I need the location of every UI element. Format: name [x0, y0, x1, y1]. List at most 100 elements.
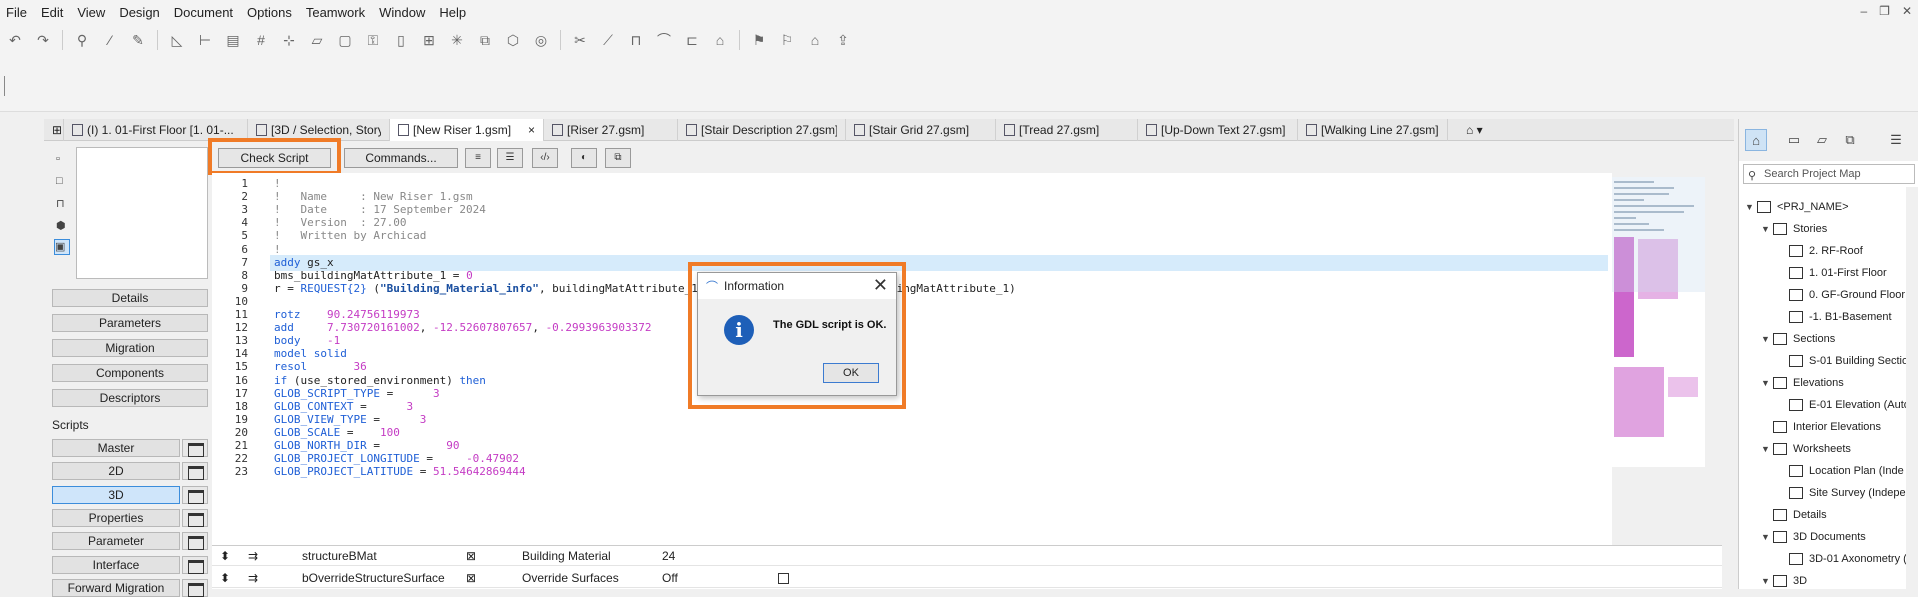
open-window-icon[interactable] — [182, 462, 208, 481]
tree-node[interactable]: 1. 01-First Floor — [1777, 263, 1887, 283]
snap-icon[interactable]: ⊹ — [280, 31, 298, 49]
code-editor[interactable]: 1 2 3 4 5 6 7 8 9 10 11 12 13 14 15 16 17 18 19 20 21 22 23 !!… — [212, 173, 1612, 545]
code-icon[interactable]: ‹/› — [532, 148, 558, 168]
view-tab[interactable]: [Tread 27.gsm] — [996, 118, 1138, 141]
tab-grid-icon[interactable]: ⊞ — [44, 118, 64, 141]
column-icon[interactable]: ▯ — [392, 31, 410, 49]
lock-icon[interactable]: ⚿ — [364, 31, 382, 49]
tree-node[interactable]: 2. RF-Roof — [1777, 241, 1863, 261]
script-button-forward-migration[interactable]: Forward Migration — [52, 578, 180, 597]
redo-icon[interactable]: ↷ — [34, 31, 52, 49]
tree-toggle-icon[interactable]: ▼ — [1761, 527, 1771, 547]
menu-item-help[interactable]: Help — [439, 5, 466, 20]
code-minimap[interactable] — [1612, 177, 1705, 467]
section-button-descriptors[interactable]: Descriptors — [52, 389, 208, 407]
open-window-icon[interactable] — [182, 485, 208, 504]
editor-scrollbar[interactable] — [1722, 143, 1736, 589]
open-window-icon[interactable] — [182, 555, 208, 574]
tree-node[interactable]: Location Plan (Inde — [1777, 461, 1904, 481]
parameter-value[interactable]: Off — [662, 568, 678, 588]
magic-wand-icon[interactable]: ⁄ — [101, 31, 119, 49]
window-icon[interactable]: ▢ — [336, 31, 354, 49]
section-button-details[interactable]: Details — [52, 289, 208, 307]
tree-node[interactable]: E-01 Elevation (Auto — [1777, 395, 1910, 415]
grid-tool-icon[interactable]: ⊞ — [420, 31, 438, 49]
navigator-scrollbar[interactable] — [1906, 187, 1918, 589]
square-icon[interactable]: □ — [56, 175, 68, 187]
restore-icon[interactable]: ❐ — [1879, 4, 1890, 18]
window-icon[interactable]: ▫ — [56, 153, 68, 165]
table-icon[interactable]: ⊓ — [56, 197, 68, 210]
compare-icon[interactable]: ⧉ — [605, 148, 631, 168]
script-button-2d[interactable]: 2D — [52, 462, 180, 481]
tree-node[interactable]: ▼ 3D Documents — [1761, 527, 1866, 547]
open-window-icon[interactable] — [182, 439, 208, 457]
script-button-master[interactable]: Master — [52, 439, 180, 457]
close-window-icon[interactable]: ✕ — [1902, 4, 1912, 18]
tree-toggle-icon[interactable]: ▼ — [1761, 571, 1771, 591]
layout-book-icon[interactable]: ▱ — [1811, 129, 1833, 151]
tree-toggle-icon[interactable]: ▼ — [1761, 329, 1771, 349]
view-tab[interactable]: [Up-Down Text 27.gsm] — [1138, 118, 1298, 141]
parameter-checkbox-icon[interactable]: ⊠ — [466, 546, 476, 566]
tree-node[interactable]: Details — [1761, 505, 1827, 525]
tree-toggle-icon[interactable]: ▼ — [1761, 439, 1771, 459]
adjust-icon[interactable]: ⟋ — [599, 31, 617, 49]
menu-item-view[interactable]: View — [77, 5, 105, 20]
tree-node[interactable]: ▼ 3D — [1761, 571, 1807, 591]
tree-toggle-icon[interactable]: ▼ — [1761, 219, 1771, 239]
tree-node[interactable]: Site Survey (Indeper — [1777, 483, 1909, 503]
offset-icon[interactable]: ⊏ — [683, 31, 701, 49]
menu-item-options[interactable]: Options — [247, 5, 292, 20]
menu-item-design[interactable]: Design — [119, 5, 159, 20]
tab-overflow-icon[interactable]: ⌂ ▾ — [1458, 119, 1491, 141]
numbered-list-icon[interactable]: ☰ — [497, 148, 523, 168]
cube-icon[interactable]: ⬢ — [56, 219, 68, 232]
tree-node[interactable]: 3D-01 Axonometry ( — [1777, 549, 1907, 569]
section-button-parameters[interactable]: Parameters — [52, 314, 208, 332]
tree-toggle-icon[interactable]: ▼ — [1761, 373, 1771, 393]
find-select-icon[interactable]: ⚲ — [73, 31, 91, 49]
tree-node[interactable]: ▼ Elevations — [1761, 373, 1844, 393]
list-icon[interactable]: ≡ — [465, 148, 491, 168]
commands-button[interactable]: Commands... — [344, 148, 458, 168]
section-button-components[interactable]: Components — [52, 364, 208, 382]
tree-node[interactable]: ▼ <PRJ_NAME> — [1745, 197, 1849, 217]
tree-node[interactable]: -1. B1-Basement — [1777, 307, 1892, 327]
parameter-value[interactable]: 24 — [662, 546, 675, 566]
parameter-row[interactable]: ⬍ ⇉ structureBMat ⊠ Building Material 24 — [212, 546, 1722, 566]
open-window-icon[interactable] — [182, 508, 208, 527]
view-tab[interactable]: [Stair Description 27.gsm] — [678, 118, 846, 141]
export-icon[interactable]: ⇪ — [834, 31, 852, 49]
roof-icon[interactable]: ⌂ — [711, 31, 729, 49]
view-tab[interactable]: [Riser 27.gsm] — [544, 118, 678, 141]
tree-node[interactable]: ▼ Worksheets — [1761, 439, 1851, 459]
orbit-icon[interactable]: ◎ — [532, 31, 550, 49]
debug-icon[interactable]: ◐ — [571, 148, 597, 168]
parameter-row[interactable]: ⬍ ⇉ bOverrideStructureSurface ⊠ Override Sur… — [212, 568, 1722, 588]
dimension-icon[interactable]: ⊢ — [196, 31, 214, 49]
row-arrow-icon[interactable]: ⬍ — [220, 546, 230, 566]
view-map-icon[interactable]: ▭ — [1783, 129, 1805, 151]
tree-node[interactable]: S-01 Building Sectio — [1777, 351, 1908, 371]
pick-up-icon[interactable]: ✎ — [129, 31, 147, 49]
menu-item-file[interactable]: File — [6, 5, 27, 20]
view-tab[interactable]: [Walking Line 27.gsm] — [1298, 118, 1448, 141]
value-checkbox[interactable] — [778, 573, 789, 584]
script-button-parameter[interactable]: Parameter — [52, 532, 180, 551]
menu-item-teamwork[interactable]: Teamwork — [306, 5, 365, 20]
layers-icon[interactable]: ▤ — [224, 31, 242, 49]
info-box-handle[interactable] — [4, 76, 5, 96]
menu-item-document[interactable]: Document — [174, 5, 233, 20]
tree-node[interactable]: ▼ Sections — [1761, 329, 1835, 349]
publish-icon[interactable]: ⌂ — [806, 31, 824, 49]
preview-icon[interactable]: ▣ — [54, 239, 70, 255]
menu-item-window[interactable]: Window — [379, 5, 425, 20]
menu-item-edit[interactable]: Edit — [41, 5, 63, 20]
grid-icon[interactable]: # — [252, 31, 270, 49]
split-icon[interactable]: ✂ — [571, 31, 589, 49]
explode-icon[interactable]: ✳ — [448, 31, 466, 49]
tab-close-icon[interactable]: × — [528, 123, 535, 137]
script-button-3d[interactable]: 3D — [52, 485, 180, 504]
intersect-icon[interactable]: ⊓ — [627, 31, 645, 49]
